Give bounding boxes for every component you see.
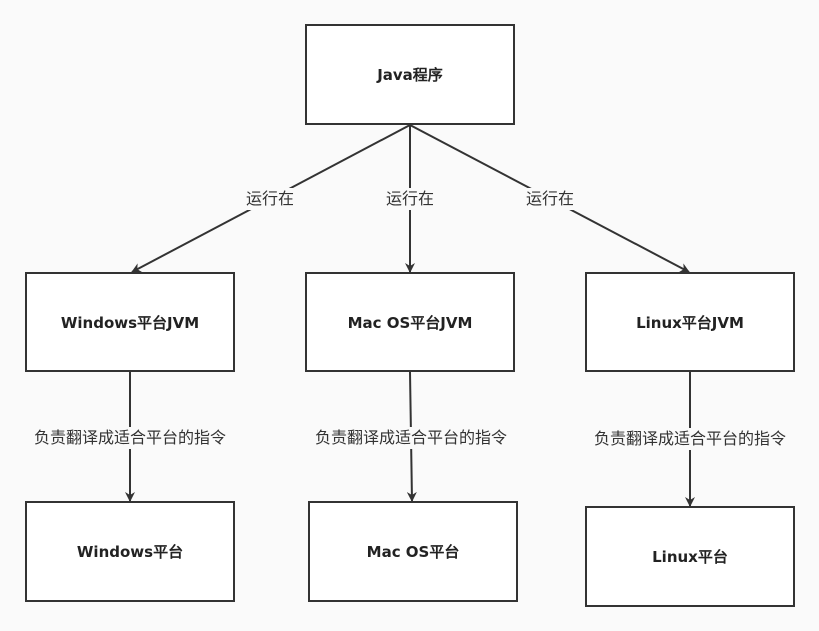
edge-label-java-to-linux: 运行在 bbox=[523, 188, 577, 210]
node-mac-platform-label: Mac OS平台 bbox=[366, 543, 460, 561]
edge-label-java-to-windows: 运行在 bbox=[243, 188, 297, 210]
node-java-program-label: Java程序 bbox=[377, 66, 443, 84]
node-linux-jvm-label: Linux平台JVM bbox=[636, 313, 744, 332]
edge-label-linux-jvm-to-platform: 负责翻译成适合平台的指令 bbox=[591, 428, 789, 450]
edge-label-java-to-mac: 运行在 bbox=[383, 188, 437, 210]
node-linux-platform: Linux平台 bbox=[585, 506, 795, 607]
node-windows-jvm-label: Windows平台JVM bbox=[60, 313, 200, 332]
node-windows-platform: Windows平台 bbox=[25, 501, 235, 602]
node-linux-platform-label: Linux平台 bbox=[652, 548, 728, 566]
diagram-canvas: Java程序 Windows平台JVM Mac OS平台JVM Linux平台J… bbox=[0, 0, 819, 631]
node-mac-platform: Mac OS平台 bbox=[308, 501, 518, 602]
node-mac-jvm: Mac OS平台JVM bbox=[305, 272, 515, 372]
node-windows-platform-label: Windows平台 bbox=[76, 543, 184, 561]
node-mac-jvm-label: Mac OS平台JVM bbox=[347, 313, 473, 332]
node-linux-jvm: Linux平台JVM bbox=[585, 272, 795, 372]
edge-label-mac-jvm-to-platform: 负责翻译成适合平台的指令 bbox=[312, 427, 510, 449]
node-java-program: Java程序 bbox=[305, 24, 515, 125]
node-windows-jvm: Windows平台JVM bbox=[25, 272, 235, 372]
edge-label-windows-jvm-to-platform: 负责翻译成适合平台的指令 bbox=[31, 427, 229, 449]
